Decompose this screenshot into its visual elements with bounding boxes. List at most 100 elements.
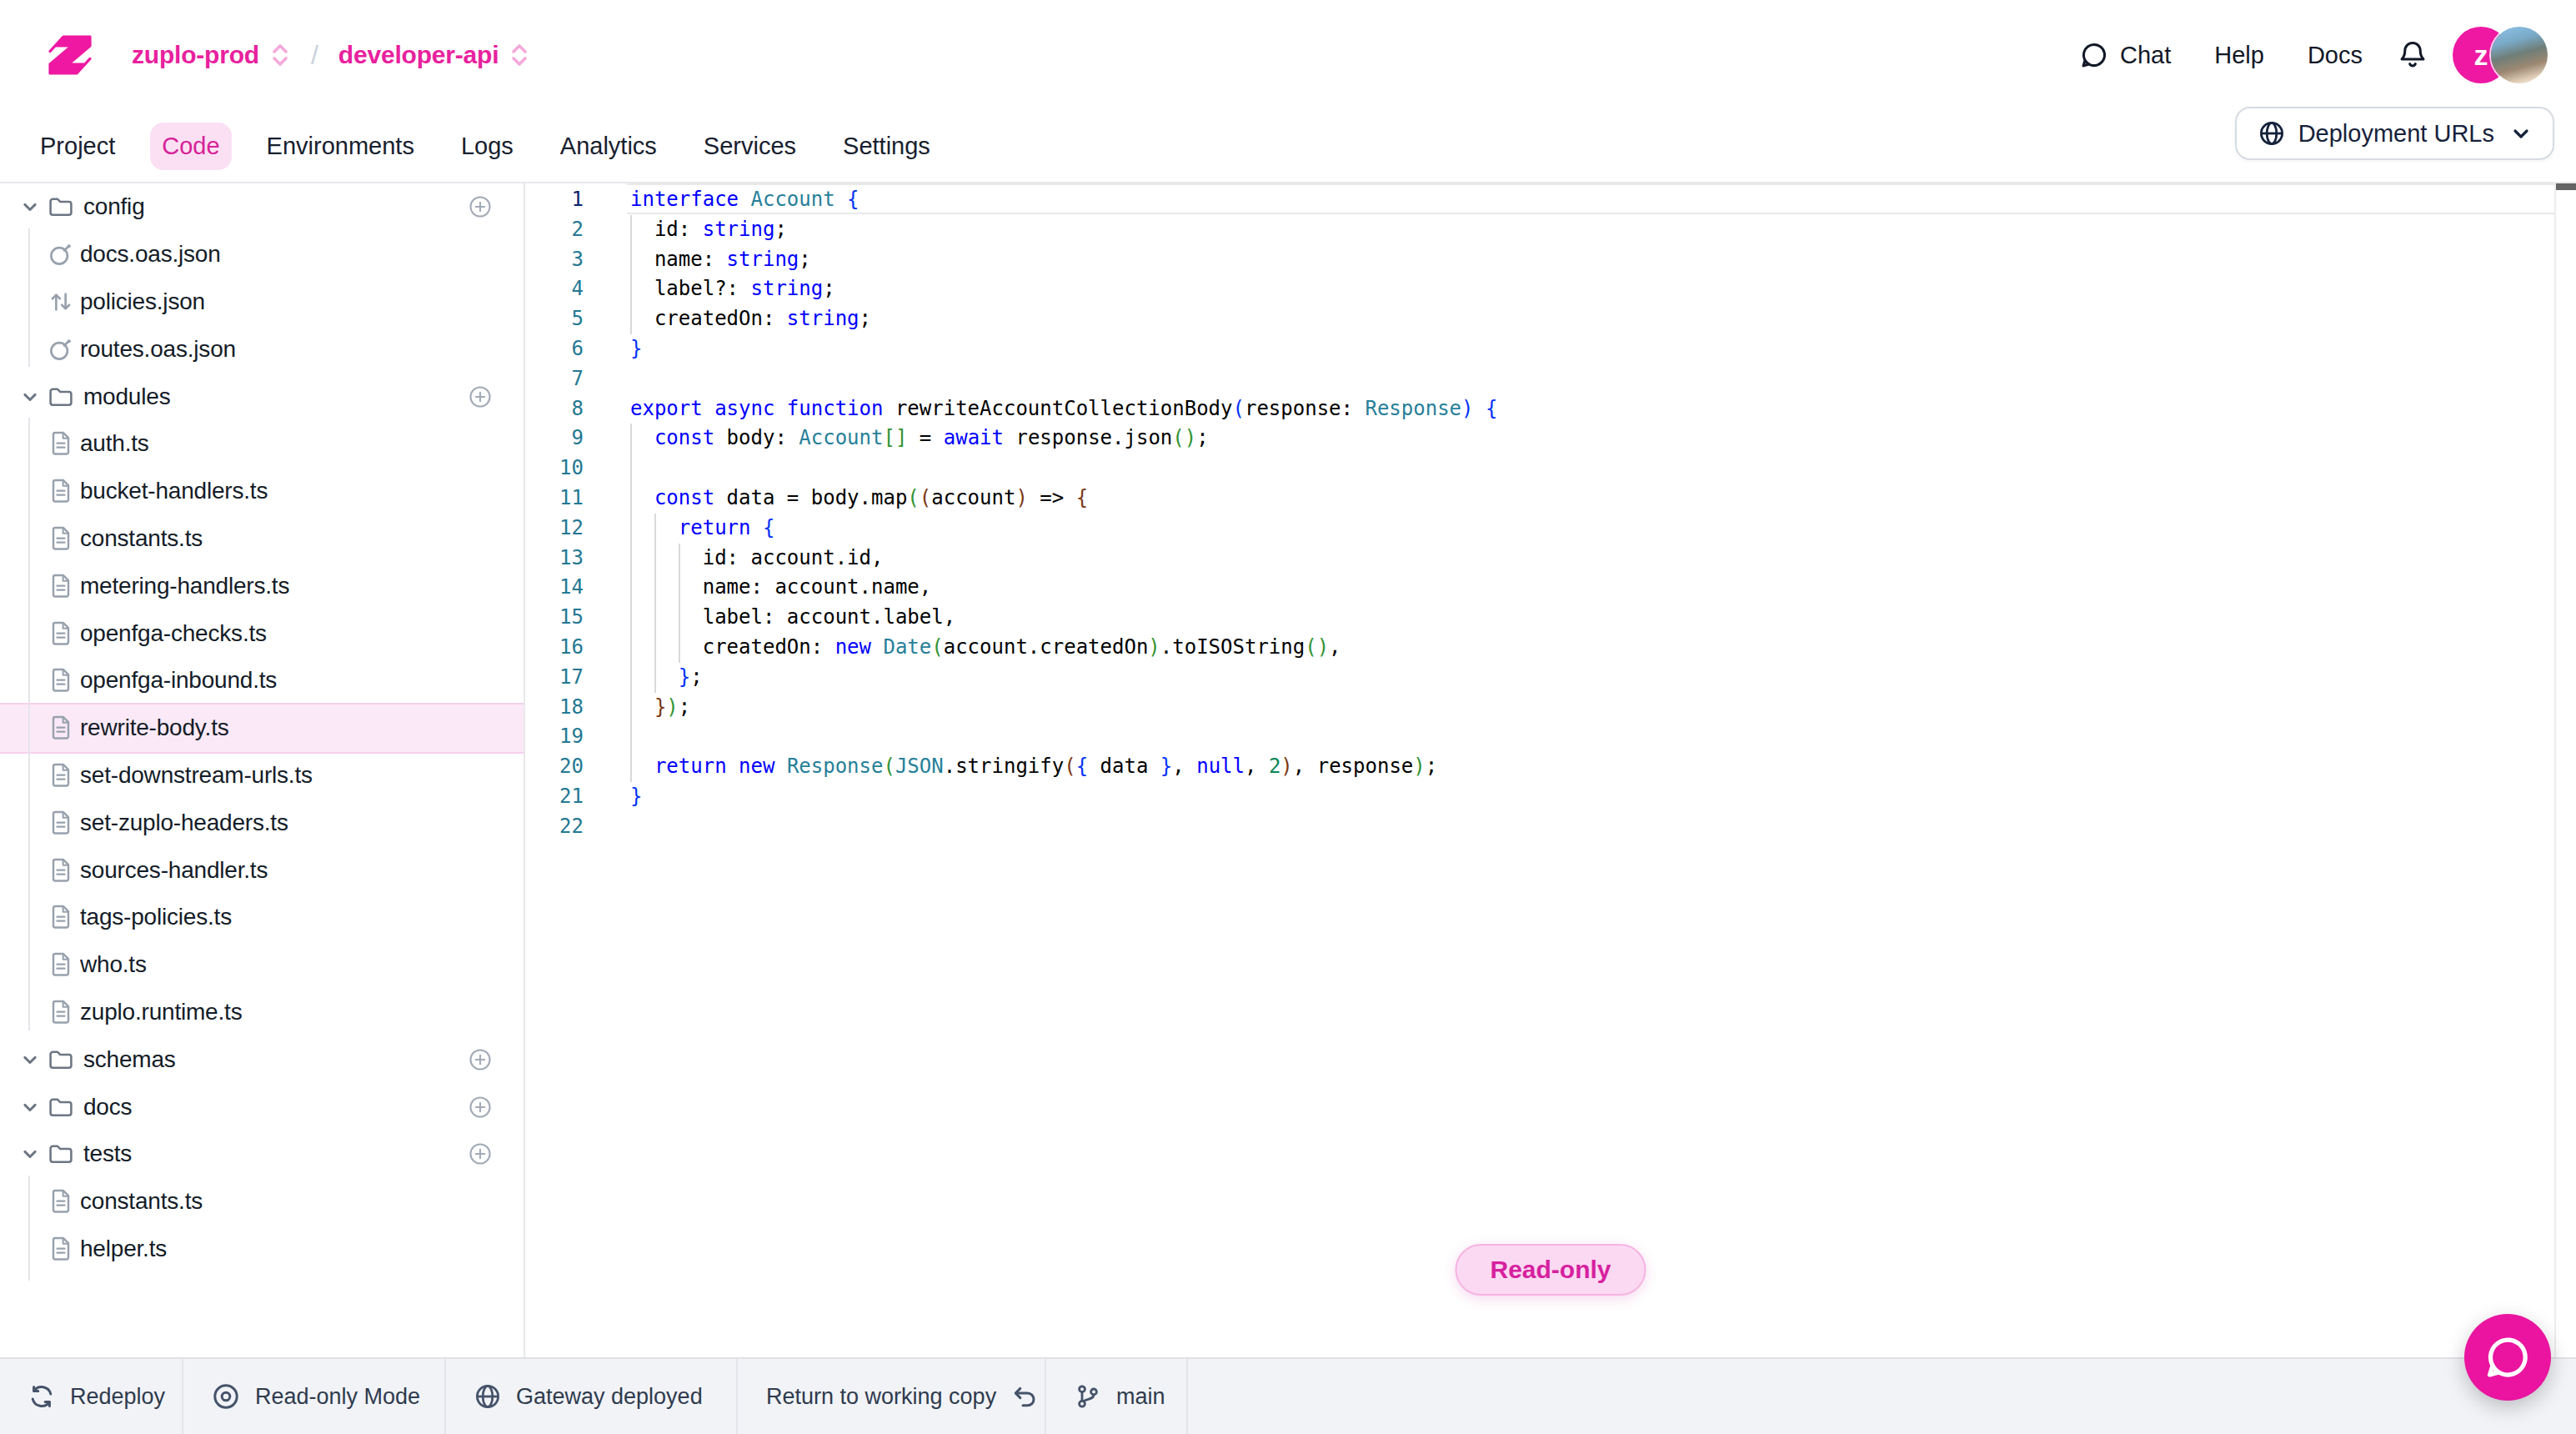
zuplo-logo[interactable] bbox=[43, 28, 97, 82]
folder-icon bbox=[47, 1140, 75, 1168]
tree-file-constants.ts[interactable]: constants.ts bbox=[0, 1178, 524, 1226]
tree-file-policies.json[interactable]: policies.json bbox=[0, 278, 524, 326]
notifications-bell-icon[interactable] bbox=[2398, 39, 2428, 71]
tree-file-set-zuplo-headers.ts[interactable]: set-zuplo-headers.ts bbox=[0, 799, 524, 846]
edit-circle-icon bbox=[48, 337, 73, 362]
tree-file-docs.oas.json[interactable]: docs.oas.json bbox=[0, 231, 524, 278]
tree-indent-guide bbox=[28, 418, 30, 1030]
deployment-urls-button[interactable]: Deployment URLs bbox=[2235, 107, 2554, 160]
add-file-button[interactable] bbox=[469, 195, 492, 218]
tree-file-who.ts[interactable]: who.ts bbox=[0, 941, 524, 989]
help-link[interactable]: Help bbox=[2214, 42, 2264, 69]
file-icon bbox=[48, 525, 73, 552]
tab-code[interactable]: Code bbox=[150, 123, 231, 170]
tree-folder-config[interactable]: config bbox=[0, 183, 524, 231]
breadcrumb-org[interactable]: zuplo-prod bbox=[132, 41, 259, 69]
chevron-down-icon[interactable] bbox=[18, 1096, 42, 1119]
line-number: 22 bbox=[525, 812, 584, 842]
line-number: 1 bbox=[525, 185, 584, 215]
chevron-down-icon[interactable] bbox=[18, 1048, 42, 1071]
tree-file-routes.oas.json[interactable]: routes.oas.json bbox=[0, 325, 524, 373]
tree-file-metering-handlers.ts[interactable]: metering-handlers.ts bbox=[0, 562, 524, 609]
chevron-down-icon[interactable] bbox=[18, 195, 42, 218]
tree-file-openfga-inbound.ts[interactable]: openfga-inbound.ts bbox=[0, 657, 524, 704]
line-number: 4 bbox=[525, 274, 584, 304]
code-line-19: 19 bbox=[525, 722, 2576, 752]
refresh-icon bbox=[28, 1383, 55, 1410]
breadcrumb-project[interactable]: developer-api bbox=[338, 41, 499, 69]
file-icon bbox=[48, 714, 73, 741]
line-number: 9 bbox=[525, 424, 584, 454]
code-line-3: 3 name: string; bbox=[525, 245, 2576, 275]
tab-services[interactable]: Services bbox=[692, 123, 808, 170]
tab-settings[interactable]: Settings bbox=[831, 123, 942, 170]
file-icon bbox=[48, 620, 73, 647]
line-number: 6 bbox=[525, 334, 584, 364]
file-icon bbox=[48, 573, 73, 599]
header-nav: Chat Help Docs z bbox=[2037, 0, 2548, 110]
project-switcher-icon[interactable] bbox=[509, 42, 530, 68]
code-line-11: 11 const data = body.map((account) => { bbox=[525, 484, 2576, 514]
tree-file-auth.ts[interactable]: auth.ts bbox=[0, 420, 524, 468]
docs-link[interactable]: Docs bbox=[2308, 42, 2363, 69]
folder-icon bbox=[47, 1045, 75, 1074]
globe-icon bbox=[474, 1383, 501, 1410]
line-number: 21 bbox=[525, 782, 584, 812]
tree-file-constants.ts[interactable]: constants.ts bbox=[0, 515, 524, 563]
statusbar-gateway-deployed[interactable]: Gateway deployed bbox=[446, 1359, 738, 1434]
file-icon bbox=[48, 762, 73, 789]
tree-indent-guide bbox=[28, 228, 30, 367]
arrows-sort-icon bbox=[48, 289, 73, 314]
code-line-6: 6} bbox=[525, 334, 2576, 364]
statusbar-main[interactable]: main bbox=[1046, 1359, 1188, 1434]
top-header: zuplo-prod / developer-api Chat Help Doc… bbox=[0, 0, 2576, 110]
branch-icon bbox=[1075, 1383, 1101, 1410]
tree-file-helper.ts[interactable]: helper.ts bbox=[0, 1226, 524, 1273]
tree-folder-docs[interactable]: docs bbox=[0, 1083, 524, 1131]
tree-file-zuplo.runtime.ts[interactable]: zuplo.runtime.ts bbox=[0, 989, 524, 1036]
tree-folder-tests[interactable]: tests bbox=[0, 1131, 524, 1178]
code-line-13: 13 id: account.id, bbox=[525, 544, 2576, 574]
file-icon bbox=[48, 1188, 73, 1215]
chat-fab-icon bbox=[2482, 1331, 2533, 1383]
add-file-button[interactable] bbox=[469, 1048, 492, 1071]
statusbar-redeploy[interactable]: Redeploy bbox=[0, 1359, 183, 1434]
code-line-10: 10 bbox=[525, 454, 2576, 484]
statusbar-return-to-working-copy[interactable]: Return to working copy bbox=[738, 1359, 1046, 1434]
code-editor[interactable]: 1interface Account {2 id: string;3 name:… bbox=[525, 183, 2576, 1357]
tab-logs[interactable]: Logs bbox=[449, 123, 525, 170]
status-bar: RedeployRead-only ModeGateway deployedRe… bbox=[0, 1357, 2576, 1434]
code-line-14: 14 name: account.name, bbox=[525, 573, 2576, 603]
avatar-group[interactable]: z bbox=[2453, 27, 2548, 83]
tree-folder-modules[interactable]: modules bbox=[0, 373, 524, 420]
edit-circle-icon bbox=[48, 242, 73, 267]
org-switcher-icon[interactable] bbox=[269, 42, 291, 68]
eye-icon bbox=[212, 1382, 240, 1411]
add-file-button[interactable] bbox=[469, 385, 492, 409]
tree-file-set-downstream-urls.ts[interactable]: set-downstream-urls.ts bbox=[0, 752, 524, 800]
tree-file-tags-policies.ts[interactable]: tags-policies.ts bbox=[0, 894, 524, 941]
code-line-5: 5 createdOn: string; bbox=[525, 304, 2576, 334]
tree-file-openfga-checks.ts[interactable]: openfga-checks.ts bbox=[0, 609, 524, 657]
chevron-down-icon[interactable] bbox=[18, 385, 42, 409]
tree-file-sources-handler.ts[interactable]: sources-handler.ts bbox=[0, 846, 524, 894]
chat-link[interactable]: Chat bbox=[2080, 41, 2171, 69]
tab-project[interactable]: Project bbox=[28, 123, 127, 170]
line-number: 10 bbox=[525, 454, 584, 484]
add-file-button[interactable] bbox=[469, 1096, 492, 1119]
globe-icon bbox=[2258, 120, 2285, 147]
tree-file-rewrite-body.ts[interactable]: rewrite-body.ts bbox=[0, 704, 524, 752]
statusbar-read-only-mode[interactable]: Read-only Mode bbox=[183, 1359, 446, 1434]
line-number: 14 bbox=[525, 573, 584, 603]
tree-file-bucket-handlers.ts[interactable]: bucket-handlers.ts bbox=[0, 468, 524, 515]
folder-icon bbox=[47, 383, 75, 411]
tab-environments[interactable]: Environments bbox=[255, 123, 426, 170]
add-file-button[interactable] bbox=[469, 1142, 492, 1166]
tab-analytics[interactable]: Analytics bbox=[549, 123, 669, 170]
tree-indent-guide bbox=[28, 1176, 30, 1281]
tree-folder-schemas[interactable]: schemas bbox=[0, 1035, 524, 1083]
chat-fab-button[interactable] bbox=[2464, 1314, 2551, 1401]
folder-icon bbox=[47, 1093, 75, 1121]
chevron-down-icon[interactable] bbox=[18, 1142, 42, 1166]
code-line-12: 12 return { bbox=[525, 514, 2576, 544]
